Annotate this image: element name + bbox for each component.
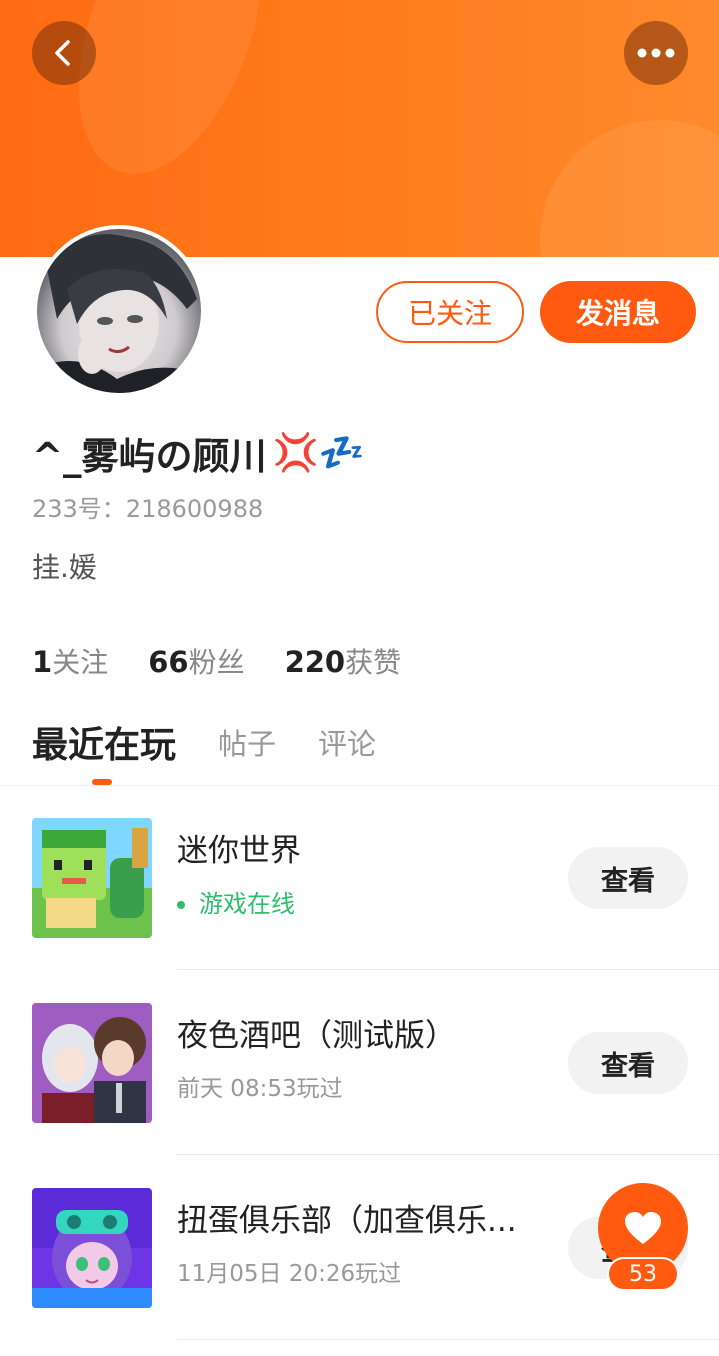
tab-comments[interactable]: 评论 [318,721,376,763]
row-divider [177,1339,719,1340]
stat-label: 获赞 [345,646,402,679]
send-message-button[interactable]: 发消息 [540,281,696,343]
like-count: 53 [607,1257,679,1291]
game-status-text: 游戏在线 [199,890,295,918]
username-emoji: 💢💤 [272,431,365,474]
username: ^_雾屿の顾川 💢💤 [32,425,365,481]
avatar[interactable] [33,225,205,397]
stat-label: 粉丝 [188,646,245,679]
followed-button[interactable]: 已关注 [376,281,524,343]
list-item[interactable]: 迷你世界 游戏在线 查看 [0,785,719,970]
stat-following[interactable]: 1 关注 [32,641,108,681]
user-bio: 挂.媛 [32,551,97,584]
heart-icon [625,1212,661,1244]
game-status: 游戏在线 [177,884,295,919]
tab-posts[interactable]: 帖子 [218,721,276,763]
online-dot-icon [177,901,185,909]
username-text: ^_雾屿の顾川 [32,435,267,478]
game-name: 夜色酒吧（测试版） [177,1018,456,1054]
profile-banner [0,0,719,257]
game-last-played: 前天 08:53玩过 [177,1076,343,1102]
view-label: 查看 [601,865,655,897]
message-label: 发消息 [575,297,660,330]
user-avatar [37,229,201,393]
game-name: 迷你世界 [177,833,301,869]
more-horizontal-icon [637,48,675,58]
chevron-left-icon [55,40,70,66]
game-name: 扭蛋俱乐部（加查俱乐... [177,1203,517,1239]
user-id: 233号：218600988 [32,495,264,523]
followed-label: 已关注 [407,297,492,330]
game-icon-gacha-club [32,1188,152,1308]
stat-likes[interactable]: 220 获赞 [285,641,402,681]
stat-number: 66 [148,645,189,679]
stat-number: 220 [284,645,346,679]
tab-recently-played[interactable]: 最近在玩 [32,716,176,768]
profile-tabs: 最近在玩 帖子 评论 [32,712,418,772]
profile-stats: 1 关注 66 粉丝 220 获赞 [32,641,441,683]
list-item[interactable]: 夜色酒吧（测试版） 前天 08:53玩过 查看 [0,970,719,1155]
more-button[interactable] [624,21,688,85]
stat-label: 关注 [52,646,109,679]
game-last-played: 11月05日 20:26玩过 [177,1261,402,1287]
view-label: 查看 [601,1050,655,1082]
like-button[interactable]: 53 [598,1183,688,1293]
view-button[interactable]: 查看 [568,1032,688,1094]
game-icon-mini-world [32,818,152,938]
game-icon-night-bar [32,1003,152,1123]
stat-followers[interactable]: 66 粉丝 [148,641,244,681]
back-button[interactable] [32,21,96,85]
stat-number: 1 [32,645,53,679]
view-button[interactable]: 查看 [568,847,688,909]
